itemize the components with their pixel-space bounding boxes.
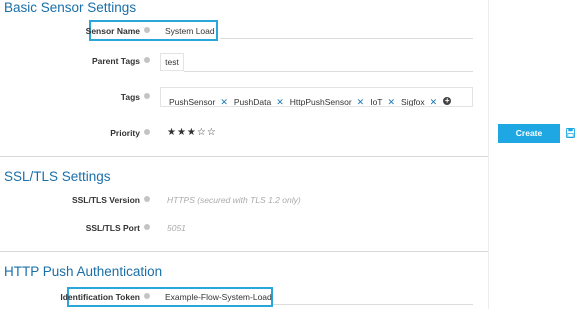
parent-tags-label: Parent Tags	[91, 56, 140, 66]
add-tag-icon[interactable]: +	[443, 96, 452, 105]
section-title-auth: HTTP Push Authentication	[4, 264, 163, 279]
tag-label: HttpPushSensor	[289, 97, 352, 107]
tag-label: PushSensor	[169, 97, 216, 107]
section-title-basic: Basic Sensor Settings	[4, 0, 137, 15]
priority-row-label: Priority	[0, 128, 150, 138]
tags-input[interactable]: PushSensor ✕ PushData ✕ HttpPushSensor ✕ IoT ✕ S…	[160, 87, 473, 107]
ssl-version-value: HTTPS (secured with TLS 1.2 only)	[167, 195, 301, 205]
token-row-label: Identification Token	[0, 292, 150, 302]
sensor-name-underline	[220, 38, 473, 39]
priority-label: Priority	[110, 128, 140, 138]
info-icon[interactable]	[144, 129, 150, 135]
tag-label: Sigfox	[401, 97, 425, 107]
ssl-port-value: 5051	[167, 223, 186, 233]
remove-tag-icon[interactable]: ✕	[220, 97, 228, 106]
token-underline	[273, 304, 473, 305]
tag-chip: IoT ✕	[370, 97, 401, 107]
remove-tag-icon[interactable]: ✕	[357, 97, 365, 106]
ssl-version-row-label: SSL/TLS Version	[0, 195, 150, 205]
info-icon[interactable]	[144, 196, 150, 202]
parent-tags-row-label: Parent Tags	[0, 56, 150, 66]
section-divider	[0, 251, 488, 252]
ssl-port-label: SSL/TLS Port	[85, 223, 140, 233]
info-icon[interactable]	[144, 27, 150, 33]
section-title-ssl: SSL/TLS Settings	[4, 169, 111, 184]
ssl-port-row-label: SSL/TLS Port	[0, 223, 150, 233]
info-icon[interactable]	[144, 293, 150, 299]
priority-rating[interactable]: ★★★☆☆	[167, 127, 217, 138]
parent-tags-underline	[184, 71, 473, 72]
remove-tag-icon[interactable]: ✕	[276, 97, 284, 106]
floppy-disk-icon[interactable]	[566, 128, 575, 138]
info-icon[interactable]	[144, 93, 150, 99]
ssl-version-label: SSL/TLS Version	[71, 195, 140, 205]
sensor-name-row-label: Sensor Name	[0, 26, 150, 36]
tag-chip: HttpPushSensor ✕	[289, 97, 370, 107]
sensor-name-label: Sensor Name	[85, 26, 140, 36]
sensor-name-input[interactable]: System Load	[165, 26, 215, 36]
token-input[interactable]: Example-Flow-System-Load	[165, 292, 272, 302]
remove-tag-icon[interactable]: ✕	[387, 97, 395, 106]
right-panel-divider	[488, 0, 489, 309]
info-icon[interactable]	[144, 57, 150, 63]
tags-label: Tags	[120, 92, 140, 102]
section-divider	[0, 156, 488, 157]
token-label: Identification Token	[60, 292, 140, 302]
info-icon[interactable]	[144, 224, 150, 230]
tag-label: PushData	[233, 97, 272, 107]
tag-chip: Sigfox ✕	[401, 97, 443, 107]
tag-label: IoT	[370, 97, 383, 107]
tag-chip: PushData ✕	[233, 97, 290, 107]
create-button[interactable]: Create	[498, 124, 560, 143]
tag-chip: PushSensor ✕	[169, 97, 234, 107]
remove-tag-icon[interactable]: ✕	[430, 97, 438, 106]
parent-tags-input[interactable]: test	[160, 53, 184, 71]
tags-row-label: Tags	[0, 92, 150, 102]
